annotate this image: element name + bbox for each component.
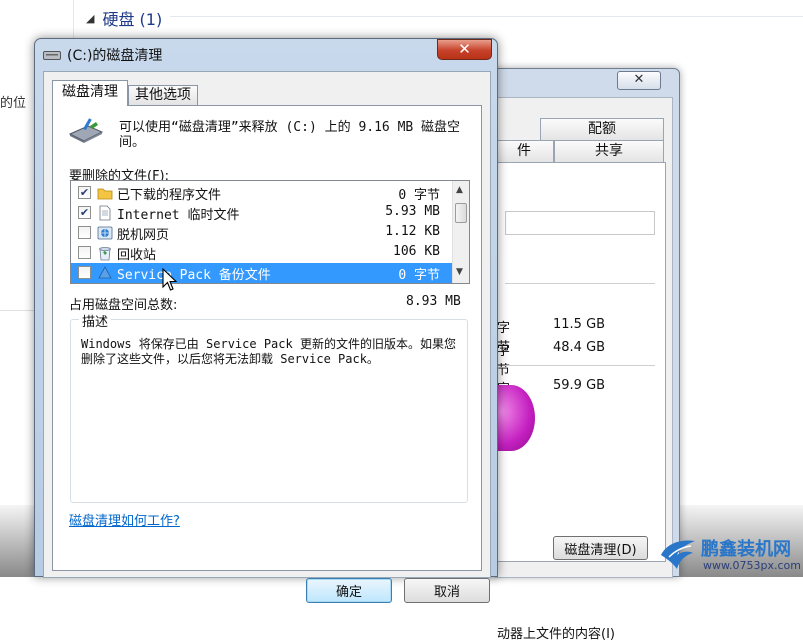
description-group: 描述 Windows 将保存已由 Service Pack 更新的文件的旧版本。… bbox=[70, 311, 468, 503]
navigation-pane-text: 的位 bbox=[0, 96, 27, 111]
folder-icon bbox=[97, 188, 113, 200]
scroll-up-arrow-icon[interactable]: ▲ bbox=[456, 185, 463, 195]
ok-button[interactable]: 确定 bbox=[306, 578, 392, 603]
free-space-unit: 字节 bbox=[497, 344, 511, 378]
file-size: 106 KB bbox=[393, 244, 440, 259]
free-space-size: 48.4 GB bbox=[553, 340, 606, 355]
file-name: Internet 临时文件 bbox=[117, 208, 240, 223]
hard-disk-group-header[interactable]: ◢ 硬盘 (1) bbox=[86, 6, 162, 30]
mouse-cursor-icon bbox=[162, 268, 178, 291]
tab-quota[interactable]: 配额 bbox=[540, 118, 664, 140]
disk-cleanup-dialog: (C:)的磁盘清理 ✕ 磁盘清理 其他选项 可以使用“磁盘清理”来释放 (C:)… bbox=[34, 38, 498, 603]
watermark-logo-icon bbox=[661, 540, 695, 569]
scroll-down-arrow-icon[interactable]: ▼ bbox=[456, 267, 463, 277]
dialog-title: (C:)的磁盘清理 bbox=[67, 48, 163, 64]
file-checkbox[interactable] bbox=[78, 226, 91, 239]
files-to-delete-list[interactable]: ✔ 已下载的程序文件 0 字节 ✔ Internet 临时文件 5.93 MB … bbox=[70, 180, 470, 284]
list-item-selected[interactable]: Service Pack 备份文件 0 字节 bbox=[71, 263, 454, 283]
scrollbar-thumb[interactable] bbox=[455, 203, 467, 223]
watermark-url: www.0753px.com bbox=[703, 559, 801, 572]
group-divider bbox=[170, 16, 803, 17]
properties-close-button[interactable]: ✕ bbox=[617, 71, 661, 90]
list-item[interactable]: 回收站 106 KB bbox=[71, 243, 454, 263]
file-name: 已下载的程序文件 bbox=[117, 188, 222, 203]
tab-more-options[interactable]: 其他选项 bbox=[128, 85, 198, 105]
how-cleanup-works-link[interactable]: 磁盘清理如何工作? bbox=[69, 510, 180, 529]
drive-properties-window: ✕ 配额 件 共享 字节 11.5 GB 字节 48.4 GB 字节 59.9 … bbox=[487, 68, 680, 642]
list-item[interactable]: ✔ Internet 临时文件 5.93 MB bbox=[71, 203, 454, 223]
properties-body: 配额 件 共享 字节 11.5 GB 字节 48.4 GB 字节 59.9 GB… bbox=[487, 97, 673, 642]
dialog-body: 磁盘清理 其他选项 可以使用“磁盘清理”来释放 (C:) 上的 9.16 MB … bbox=[43, 71, 491, 603]
dialog-close-button[interactable]: ✕ bbox=[437, 39, 492, 60]
offline-pages-icon bbox=[97, 226, 113, 240]
site-watermark: 鹏鑫装机网 www.0753px.com bbox=[657, 533, 803, 577]
file-name: Service Pack 备份文件 bbox=[117, 268, 271, 283]
disk-cleanup-button[interactable]: 磁盘清理(D) bbox=[553, 536, 648, 560]
list-item[interactable]: 脱机网页 1.12 KB bbox=[71, 223, 454, 243]
collapse-triangle-icon[interactable]: ◢ bbox=[86, 12, 94, 25]
file-checkbox[interactable]: ✔ bbox=[78, 186, 91, 199]
total-space-value: 8.93 MB bbox=[406, 294, 461, 309]
list-scrollbar[interactable]: ▲ ▼ bbox=[452, 181, 469, 283]
file-size: 5.93 MB bbox=[385, 204, 440, 219]
tab-disk-cleanup[interactable]: 磁盘清理 bbox=[52, 80, 128, 106]
disk-cleanup-drive-icon bbox=[68, 118, 104, 143]
description-label: 描述 bbox=[79, 311, 112, 330]
tab-sharing[interactable]: 共享 bbox=[554, 140, 664, 162]
file-size: 0 字节 bbox=[398, 188, 440, 203]
file-checkbox[interactable]: ✔ bbox=[78, 206, 91, 219]
list-item[interactable]: ✔ 已下载的程序文件 0 字节 bbox=[71, 183, 454, 203]
capacity-size: 59.9 GB bbox=[553, 378, 606, 393]
used-space-size: 11.5 GB bbox=[553, 317, 606, 332]
file-size: 1.12 KB bbox=[385, 224, 440, 239]
description-text: Windows 将保存已由 Service Pack 更新的文件的旧版本。如果您… bbox=[81, 337, 456, 366]
hard-disk-group-label: 硬盘 (1) bbox=[102, 10, 163, 29]
file-name: 脱机网页 bbox=[117, 228, 170, 243]
divider bbox=[505, 283, 655, 284]
file-checkbox[interactable] bbox=[78, 266, 91, 279]
disk-cleanup-title-icon bbox=[43, 51, 61, 60]
index-contents-checkbox-label[interactable]: 动器上文件的内容(I) bbox=[497, 623, 615, 642]
watermark-brand: 鹏鑫装机网 bbox=[701, 539, 791, 560]
file-checkbox[interactable] bbox=[78, 246, 91, 259]
service-pack-icon bbox=[98, 266, 112, 279]
file-size: 0 字节 bbox=[398, 268, 440, 283]
cancel-button[interactable]: 取消 bbox=[404, 578, 490, 603]
drive-label-input[interactable] bbox=[505, 211, 655, 235]
recycle-bin-icon bbox=[99, 247, 111, 261]
divider bbox=[505, 365, 655, 366]
tab-file[interactable]: 件 bbox=[496, 140, 554, 162]
cleanup-intro-text: 可以使用“磁盘清理”来释放 (C:) 上的 9.16 MB 磁盘空间。 bbox=[119, 120, 461, 150]
document-icon bbox=[99, 205, 111, 221]
properties-general-panel: 字节 11.5 GB 字节 48.4 GB 字节 59.9 GB 磁盘清理(D)… bbox=[487, 162, 666, 642]
file-name: 回收站 bbox=[117, 248, 157, 263]
